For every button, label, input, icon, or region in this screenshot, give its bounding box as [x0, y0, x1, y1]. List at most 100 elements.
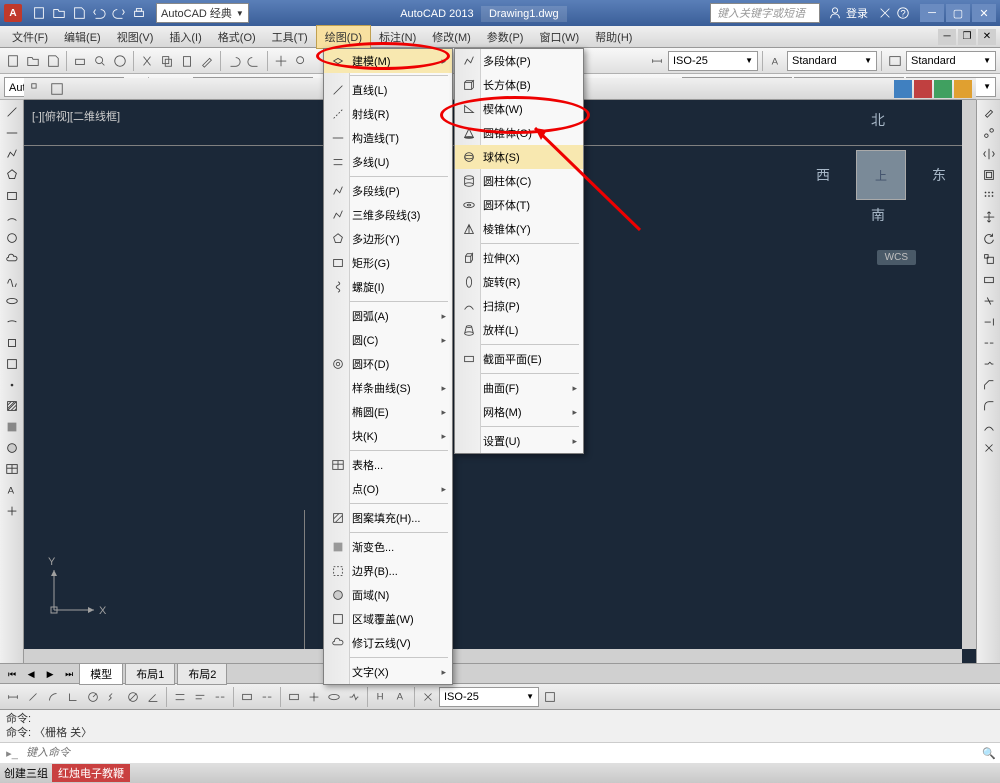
xline-icon[interactable] [2, 123, 22, 143]
cut-icon[interactable] [138, 52, 156, 70]
dim-radius-icon[interactable] [84, 688, 102, 706]
trim-icon[interactable] [979, 291, 999, 311]
draw-menu-item-helix[interactable]: 螺旋(I) [324, 275, 452, 299]
fillet-icon[interactable] [979, 396, 999, 416]
save-icon[interactable] [70, 4, 88, 22]
close-button[interactable]: ✕ [972, 4, 996, 22]
command-input[interactable] [22, 745, 980, 761]
menu-window[interactable]: 窗口(W) [531, 26, 587, 48]
stretch-icon[interactable] [979, 270, 999, 290]
tab-layout2[interactable]: 布局2 [177, 663, 227, 685]
line-icon[interactable] [2, 102, 22, 122]
copy-icon[interactable] [158, 52, 176, 70]
dimtedit-icon[interactable]: A [392, 688, 410, 706]
menu-parametric[interactable]: 参数(P) [479, 26, 532, 48]
modeling-menu-item-cylinder[interactable]: 圆柱体(C) [455, 169, 583, 193]
workspace-combo[interactable]: AutoCAD 经典▼ [156, 3, 249, 23]
array-icon[interactable] [979, 186, 999, 206]
visual-style-icon4[interactable] [954, 80, 972, 98]
modeling-menu-item-mesh[interactable]: 网格(M) [455, 400, 583, 424]
tablestyle-combo[interactable]: Standard▼ [906, 51, 996, 71]
block-icon[interactable] [2, 354, 22, 374]
modeling-menu-item-section[interactable]: 截面平面(E) [455, 347, 583, 371]
modeling-menu-item-loft[interactable]: 放样(L) [455, 318, 583, 342]
draw-menu-item-wipeout[interactable]: 区域覆盖(W) [324, 607, 452, 631]
dim-ord-icon[interactable] [64, 688, 82, 706]
draw-menu-item-point[interactable]: 点(O) [324, 477, 452, 501]
join-icon[interactable] [979, 354, 999, 374]
preview-icon[interactable] [91, 52, 109, 70]
visual-style-icon2[interactable] [914, 80, 932, 98]
redo-icon[interactable] [245, 52, 263, 70]
dim-space-icon[interactable] [238, 688, 256, 706]
mtext-icon[interactable]: A [2, 480, 22, 500]
undo-icon[interactable] [90, 4, 108, 22]
dim-linear-icon[interactable] [4, 688, 22, 706]
menu-file[interactable]: 文件(F) [4, 26, 56, 48]
dim-dia-icon[interactable] [124, 688, 142, 706]
draw-menu-item-mline[interactable]: 多线(U) [324, 150, 452, 174]
zoom-icon[interactable] [292, 52, 310, 70]
polygon-icon[interactable] [2, 165, 22, 185]
mirror-icon[interactable] [979, 144, 999, 164]
hscrollbar[interactable] [24, 649, 962, 663]
dim-aligned-icon[interactable] [24, 688, 42, 706]
modeling-menu-item-sweep[interactable]: 扫掠(P) [455, 294, 583, 318]
menu-modify[interactable]: 修改(M) [424, 26, 479, 48]
tab-first[interactable]: ⏮ [4, 669, 20, 680]
table-icon[interactable] [2, 459, 22, 479]
menu-view[interactable]: 视图(V) [109, 26, 162, 48]
dimupdate-icon[interactable] [419, 688, 437, 706]
exchange-icon[interactable] [876, 4, 894, 22]
pan-icon[interactable] [272, 52, 290, 70]
doc-minimize[interactable]: ─ [938, 29, 956, 45]
open-icon[interactable] [24, 52, 42, 70]
dim-ang-icon[interactable] [144, 688, 162, 706]
inspect-icon[interactable] [325, 688, 343, 706]
menu-format[interactable]: 格式(O) [210, 26, 264, 48]
draw-menu-item-xline[interactable]: 构造线(T) [324, 126, 452, 150]
move-icon[interactable] [979, 207, 999, 227]
publish-icon[interactable] [111, 52, 129, 70]
undo-icon[interactable] [225, 52, 243, 70]
modeling-menu-item-sphere[interactable]: 球体(S) [455, 145, 583, 169]
print-icon[interactable] [71, 52, 89, 70]
blend-icon[interactable] [979, 417, 999, 437]
tab-next[interactable]: ▶ [42, 669, 58, 680]
draw-menu-item-text[interactable]: 文字(X) [324, 660, 452, 684]
draw-menu-item-pline[interactable]: 多段线(P) [324, 179, 452, 203]
draw-menu-item-gradient[interactable]: 渐变色... [324, 535, 452, 559]
save-icon[interactable] [44, 52, 62, 70]
app-logo[interactable]: A [4, 4, 22, 22]
draw-menu-item-circle[interactable]: 圆(C) [324, 328, 452, 352]
menu-edit[interactable]: 编辑(E) [56, 26, 109, 48]
draw-menu-item-hatch[interactable]: 图案填充(H)... [324, 506, 452, 530]
break-icon[interactable] [979, 333, 999, 353]
draw-menu-item-revcloud[interactable]: 修订云线(V) [324, 631, 452, 655]
insert-icon[interactable] [2, 333, 22, 353]
jogline-icon[interactable] [345, 688, 363, 706]
dim-arc-icon[interactable] [44, 688, 62, 706]
dim-continue-icon[interactable] [211, 688, 229, 706]
pline-icon[interactable] [2, 144, 22, 164]
addselected-icon[interactable] [2, 501, 22, 521]
command-search-icon[interactable]: 🔍 [980, 747, 998, 760]
modeling-menu-item-pyramid[interactable]: 棱锥体(Y) [455, 217, 583, 241]
dim-break-icon[interactable] [258, 688, 276, 706]
paste-icon[interactable] [178, 52, 196, 70]
draw-menu-item-region[interactable]: 面域(N) [324, 583, 452, 607]
command-line[interactable]: ▸_ 🔍 [0, 742, 1000, 763]
ellipse-arc-icon[interactable] [2, 312, 22, 332]
tab-last[interactable]: ⏭ [61, 669, 77, 680]
menu-tools[interactable]: 工具(T) [264, 26, 316, 48]
dim-baseline-icon[interactable] [191, 688, 209, 706]
rectangle-icon[interactable] [2, 186, 22, 206]
draw-menu-item-3dpoly[interactable]: 三维多段线(3) [324, 203, 452, 227]
gradient-icon[interactable] [2, 417, 22, 437]
viewport-label[interactable]: [-][俯视][二维线框] [32, 108, 120, 124]
wcs-badge[interactable]: WCS [877, 250, 916, 265]
help-search[interactable]: 键入关键字或短语 [710, 3, 820, 23]
textstyle-combo[interactable]: Standard▼ [787, 51, 877, 71]
ellipse-icon[interactable] [2, 291, 22, 311]
draw-menu-item-block[interactable]: 块(K) [324, 424, 452, 448]
